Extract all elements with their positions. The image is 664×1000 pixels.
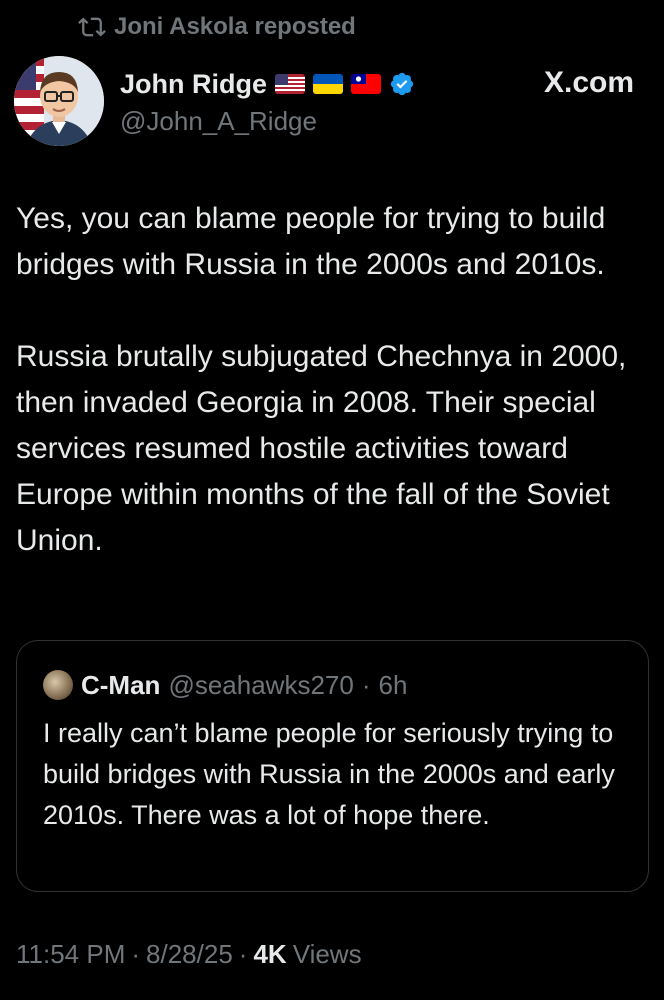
avatar-illustration: [14, 56, 104, 146]
repost-text: Joni Askola reposted: [114, 13, 356, 40]
author-name-row[interactable]: John Ridge: [120, 66, 415, 102]
post-date[interactable]: 8/28/25: [146, 939, 233, 970]
taiwan-flag-icon: [351, 74, 381, 94]
post-header: John Ridge @John_A_Ridge X.com: [14, 56, 650, 148]
meta-separator: ·: [131, 938, 141, 969]
quoted-time: 6h: [378, 669, 408, 700]
views-count: 4K: [253, 938, 287, 969]
author-handle[interactable]: @John_A_Ridge: [120, 106, 317, 137]
us-flag-icon: [275, 74, 305, 94]
quoted-author-handle: @seahawks270: [168, 669, 354, 700]
quoted-author-avatar: [43, 670, 73, 700]
brand-logo: X.com: [543, 66, 634, 99]
post-page: Joni Askola reposted John Ridge @John_A_…: [0, 0, 664, 1000]
post-paragraph: Russia brutally subjugated Chechnya in 2…: [16, 340, 627, 557]
views-label: Views: [292, 938, 362, 969]
quoted-post-header: C-Man @seahawks270 · 6h: [43, 669, 407, 701]
quoted-post[interactable]: C-Man @seahawks270 · 6h I really can’t b…: [16, 640, 649, 892]
quoted-author-name: C-Man: [81, 669, 161, 700]
author-avatar[interactable]: [14, 56, 104, 146]
repost-indicator[interactable]: Joni Askola reposted: [78, 10, 356, 44]
repost-icon: [78, 17, 106, 37]
post-meta: 11:54 PM · 8/28/25 · 4K Views: [16, 934, 362, 974]
ukraine-flag-icon: [313, 74, 343, 94]
post-time[interactable]: 11:54 PM: [16, 939, 125, 970]
quoted-separator: ·: [361, 669, 371, 700]
post-paragraph: Yes, you can blame people for trying to …: [16, 202, 606, 281]
author-name[interactable]: John Ridge: [120, 69, 267, 100]
verified-badge-icon: [390, 72, 414, 96]
meta-separator: ·: [238, 938, 248, 969]
quoted-post-text: I really can’t blame people for seriousl…: [43, 718, 615, 830]
post-text: Yes, you can blame people for trying to …: [16, 196, 648, 610]
